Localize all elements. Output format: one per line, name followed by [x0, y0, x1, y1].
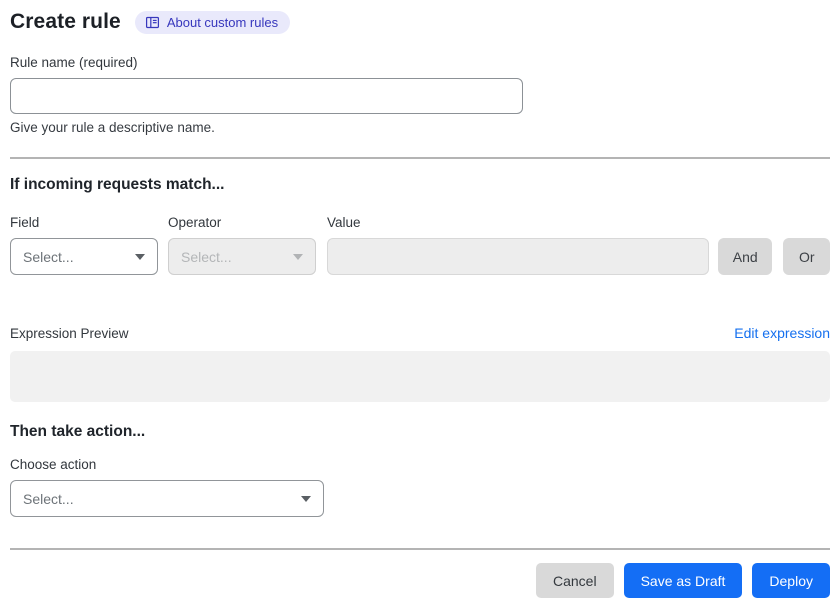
choose-action-select[interactable]: Select...: [10, 480, 324, 517]
cancel-button[interactable]: Cancel: [535, 563, 614, 598]
page-title: Create rule: [10, 10, 121, 33]
footer-actions: Cancel Save as Draft Deploy: [10, 563, 830, 598]
match-section-heading: If incoming requests match...: [10, 176, 225, 193]
deploy-button[interactable]: Deploy: [752, 563, 830, 598]
chevron-down-icon: [301, 495, 311, 502]
field-column: Field Select...: [10, 215, 158, 275]
field-select[interactable]: Select...: [10, 238, 158, 275]
header: Create rule About custom rules: [10, 10, 830, 34]
operator-label: Operator: [168, 215, 222, 230]
about-custom-rules-label: About custom rules: [166, 14, 279, 30]
chevron-down-icon: [135, 253, 145, 260]
create-rule-form: Create rule About custom rules Rule name…: [10, 10, 830, 598]
operator-select-value: Select...: [181, 248, 232, 265]
choose-action-label: Choose action: [10, 457, 97, 472]
field-select-value: Select...: [23, 248, 74, 265]
rule-name-input[interactable]: [10, 78, 523, 114]
save-as-draft-button[interactable]: Save as Draft: [623, 563, 743, 598]
operator-select: Select...: [168, 238, 316, 275]
value-column: Value: [327, 215, 709, 275]
divider: [10, 548, 830, 550]
action-section-heading: Then take action...: [10, 423, 146, 440]
edit-expression-link[interactable]: Edit expression: [734, 325, 830, 341]
rule-name-block: Rule name (required) Give your rule a de…: [10, 55, 830, 135]
rule-name-helper: Give your rule a descriptive name.: [10, 120, 215, 135]
rule-name-label: Rule name (required): [10, 55, 138, 70]
value-input: [327, 238, 709, 275]
divider: [10, 157, 830, 159]
chevron-down-icon: [293, 253, 303, 260]
about-custom-rules-link[interactable]: About custom rules: [134, 10, 291, 34]
operator-column: Operator Select...: [168, 215, 316, 275]
and-button[interactable]: And: [718, 238, 773, 275]
expression-preview-box: [10, 351, 830, 402]
value-label: Value: [327, 215, 361, 230]
expression-preview-label: Expression Preview: [10, 326, 129, 341]
match-row: Field Select... Operator Select... Value…: [10, 215, 830, 275]
choose-action-select-value: Select...: [23, 490, 74, 507]
expression-preview-row: Expression Preview Edit expression: [10, 325, 830, 341]
book-icon: [145, 15, 160, 30]
or-button[interactable]: Or: [783, 238, 830, 275]
field-label: Field: [10, 215, 40, 230]
